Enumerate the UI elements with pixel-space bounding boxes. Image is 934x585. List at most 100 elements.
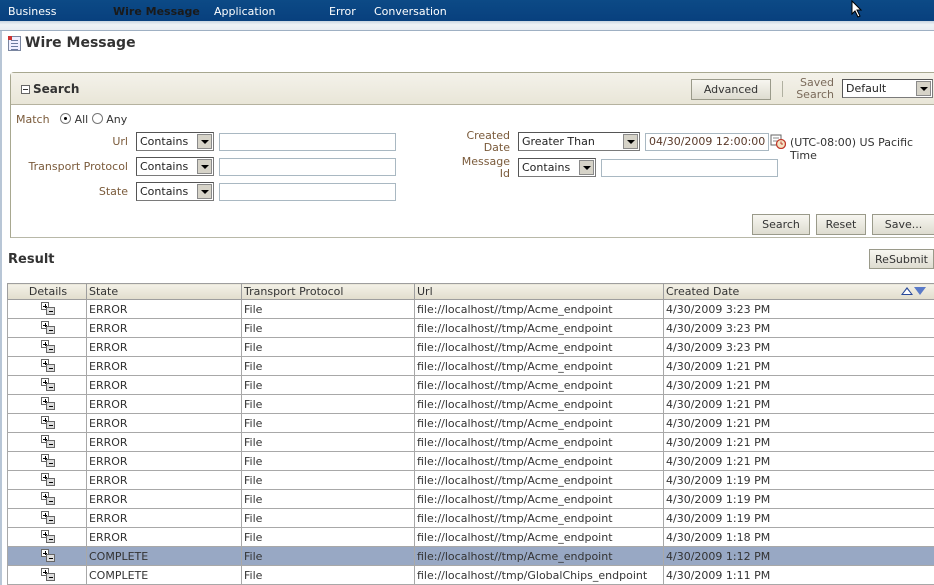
table-row[interactable]: ERROR File file://localhost//tmp/Acme_endp… [7, 489, 934, 509]
state-cell: ERROR [86, 432, 242, 452]
created-date-cell: 4/30/2009 1:21 PM [663, 413, 934, 433]
resubmit-button[interactable]: ReSubmit [869, 249, 934, 269]
table-row[interactable]: ERROR File file://localhost//tmp/Acme_endp… [7, 356, 934, 376]
details-cell[interactable] [7, 356, 87, 376]
details-cell[interactable] [7, 489, 87, 509]
expand-details-icon[interactable] [40, 434, 56, 448]
details-cell[interactable] [7, 470, 87, 490]
sort-ascending-icon[interactable] [901, 287, 913, 295]
details-cell[interactable] [7, 337, 87, 357]
message-id-input[interactable] [601, 159, 778, 177]
transport-protocol-cell: File [241, 489, 415, 509]
saved-search-select[interactable]: Default [842, 79, 933, 98]
created-date-input[interactable]: 04/30/2009 12:00:00 AM [645, 133, 769, 151]
details-cell[interactable] [7, 508, 87, 528]
column-header-details[interactable]: Details [7, 283, 87, 300]
state-operator-select[interactable]: Contains [136, 182, 214, 201]
created-date-operator-select[interactable]: Greater Than [518, 132, 640, 151]
match-any-label: Any [106, 113, 128, 126]
table-row[interactable]: ERROR File file://localhost//tmp/Acme_endp… [7, 432, 934, 452]
sort-descending-icon[interactable] [914, 287, 926, 295]
details-cell[interactable] [7, 375, 87, 395]
url-cell: file://localhost//tmp/Acme_endpoint [414, 470, 664, 490]
details-cell[interactable] [7, 318, 87, 338]
table-row[interactable]: ERROR File file://localhost//tmp/Acme_endp… [7, 470, 934, 490]
details-cell[interactable] [7, 299, 87, 319]
match-all-radio[interactable] [60, 113, 72, 124]
tab-wire-message[interactable]: Wire Message [105, 2, 201, 21]
url-operator-select[interactable]: Contains [136, 132, 214, 151]
column-header-url[interactable]: Url [414, 283, 664, 300]
expand-details-icon[interactable] [40, 339, 56, 353]
table-row[interactable]: COMPLETE File file://localhost//tmp/Acme_e… [7, 546, 934, 566]
transport-protocol-input[interactable] [219, 158, 396, 176]
tab-error[interactable]: Error [321, 2, 363, 21]
reset-button[interactable]: Reset [816, 214, 866, 235]
expand-details-icon[interactable] [40, 396, 56, 410]
table-row[interactable]: ERROR File file://localhost//tmp/Acme_endp… [7, 394, 934, 414]
column-header-transport-protocol[interactable]: Transport Protocol [241, 283, 415, 300]
result-table: Details State Transport Protocol Url Cre… [7, 283, 934, 585]
expand-details-icon[interactable] [40, 548, 56, 562]
details-cell[interactable] [7, 451, 87, 471]
search-panel: Search Advanced Saved Search Default Mat… [10, 72, 934, 238]
expand-details-icon[interactable] [40, 472, 56, 486]
url-cell: file://localhost//tmp/Acme_endpoint [414, 432, 664, 452]
match-any-radio[interactable] [91, 113, 103, 124]
expand-details-icon[interactable] [40, 491, 56, 505]
details-cell[interactable] [7, 546, 87, 566]
expand-details-icon[interactable] [40, 377, 56, 391]
details-cell[interactable] [7, 527, 87, 547]
state-cell: COMPLETE [86, 546, 242, 566]
created-date-label: Created Date [461, 130, 510, 154]
expand-details-icon[interactable] [40, 453, 56, 467]
advanced-button[interactable]: Advanced [691, 79, 771, 100]
table-row[interactable]: ERROR File file://localhost//tmp/Acme_endp… [7, 299, 934, 319]
expand-details-icon[interactable] [40, 301, 56, 315]
expand-details-icon[interactable] [40, 320, 56, 334]
table-row[interactable]: ERROR File file://localhost//tmp/Acme_endp… [7, 508, 934, 528]
chevron-down-icon [916, 81, 931, 96]
created-date-cell: 4/30/2009 1:19 PM [663, 470, 934, 490]
chevron-down-icon [623, 134, 638, 149]
search-toggle[interactable]: Search [21, 82, 79, 96]
tab-conversation[interactable]: Conversation [366, 2, 447, 21]
table-row[interactable]: ERROR File file://localhost//tmp/Acme_endp… [7, 337, 934, 357]
column-header-created-date[interactable]: Created Date [663, 283, 934, 300]
tab-application-message[interactable]: Application Message [206, 2, 316, 37]
column-header-state[interactable]: State [86, 283, 242, 300]
saved-search-label-line2: Search [796, 88, 834, 101]
save-button[interactable]: Save... [872, 214, 934, 235]
created-date-cell: 4/30/2009 3:23 PM [663, 318, 934, 338]
details-cell[interactable] [7, 394, 87, 414]
url-cell: file://localhost//tmp/Acme_endpoint [414, 451, 664, 471]
tab-business-message[interactable]: Business Message [0, 2, 100, 37]
url-cell: file://localhost//tmp/Acme_endpoint [414, 489, 664, 509]
table-row[interactable]: ERROR File file://localhost//tmp/Acme_endp… [7, 451, 934, 471]
details-cell[interactable] [7, 413, 87, 433]
calendar-clock-icon[interactable] [770, 133, 786, 149]
tab-label: Conversation [374, 5, 447, 18]
search-button[interactable]: Search [752, 214, 810, 235]
message-id-operator-select[interactable]: Contains [518, 158, 596, 177]
table-row[interactable]: ERROR File file://localhost//tmp/Acme_endp… [7, 413, 934, 433]
table-row[interactable]: ERROR File file://localhost//tmp/Acme_endp… [7, 318, 934, 338]
transport-protocol-operator-select[interactable]: Contains [136, 157, 214, 176]
expand-details-icon[interactable] [40, 415, 56, 429]
search-title: Search [33, 82, 80, 96]
expand-details-icon[interactable] [40, 358, 56, 372]
details-cell[interactable] [7, 565, 87, 585]
details-cell[interactable] [7, 432, 87, 452]
table-row[interactable]: COMPLETE File file://localhost//tmp/Global… [7, 565, 934, 585]
expand-details-icon[interactable] [40, 567, 56, 581]
table-row[interactable]: ERROR File file://localhost//tmp/Acme_endp… [7, 375, 934, 395]
page-title-text: Wire Message [25, 35, 136, 51]
state-input[interactable] [219, 183, 396, 201]
result-title: Result [8, 252, 55, 267]
url-input[interactable] [219, 133, 396, 151]
created-date-cell: 4/30/2009 3:23 PM [663, 337, 934, 357]
expand-details-icon[interactable] [40, 510, 56, 524]
table-row[interactable]: ERROR File file://localhost//tmp/Acme_endp… [7, 527, 934, 547]
collapse-icon [21, 84, 30, 94]
expand-details-icon[interactable] [40, 529, 56, 543]
